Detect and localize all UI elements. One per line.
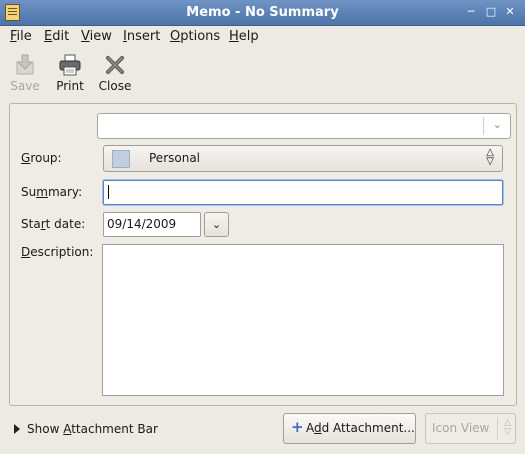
close-button[interactable]: Close — [98, 53, 132, 93]
start-date-label: Start date: — [21, 217, 86, 231]
description-textarea[interactable] — [102, 244, 504, 396]
menu-bar: File Edit View Insert Options Help — [0, 26, 525, 48]
close-label: Close — [98, 79, 132, 93]
group-label: Group: — [21, 151, 62, 165]
menu-options[interactable]: Options — [170, 29, 220, 44]
close-icon[interactable]: ✕ — [503, 5, 517, 19]
add-attachment-label: Add Attachment... — [306, 421, 415, 435]
group-value: Personal — [149, 151, 201, 165]
updown-arrows-icon: △ ▽ — [486, 147, 494, 167]
menu-edit[interactable]: Edit — [44, 29, 69, 44]
group-select[interactable]: Personal △ ▽ — [103, 145, 503, 172]
close-x-icon — [103, 53, 127, 77]
window-title: Memo - No Summary — [186, 5, 339, 20]
group-color-swatch — [112, 150, 130, 168]
attachment-bar: Show Attachment Bar + Add Attachment... … — [0, 408, 525, 452]
print-label: Print — [56, 79, 84, 93]
icon-view-label: Icon View — [432, 421, 490, 435]
date-picker-button[interactable]: ⌄ — [204, 212, 229, 237]
menu-insert[interactable]: Insert — [123, 29, 160, 44]
category-combo[interactable]: ⌄ — [97, 113, 511, 139]
minimize-icon[interactable]: ─ — [464, 5, 478, 19]
updown-arrows-icon: △ ▽ — [504, 418, 511, 437]
save-icon — [13, 53, 37, 77]
menu-file[interactable]: File — [10, 29, 32, 44]
select-separator — [497, 417, 498, 440]
summary-input[interactable] — [103, 180, 503, 205]
summary-label: Summary: — [21, 185, 83, 199]
plus-icon: + — [291, 418, 304, 436]
printer-icon — [58, 53, 82, 77]
save-button[interactable]: Save — [8, 53, 42, 93]
save-label: Save — [10, 79, 40, 93]
show-attachment-bar-toggle[interactable]: Show Attachment Bar — [14, 422, 158, 436]
chevron-down-icon[interactable]: ⌄ — [493, 118, 502, 131]
start-date-input[interactable]: 09/14/2009 — [103, 212, 201, 237]
combo-separator — [483, 117, 484, 135]
icon-view-select[interactable]: Icon View △ ▽ — [425, 413, 516, 444]
chevron-down-icon: ⌄ — [211, 218, 222, 231]
toolbar: Save Print Close — [0, 49, 525, 101]
text-caret — [108, 185, 109, 199]
start-date-value: 09/14/2009 — [107, 217, 177, 231]
description-label: Description: — [21, 245, 94, 259]
maximize-icon[interactable]: □ — [484, 5, 498, 19]
menu-view[interactable]: View — [81, 29, 112, 44]
print-button[interactable]: Print — [55, 53, 85, 93]
add-attachment-button[interactable]: + Add Attachment... — [283, 413, 416, 444]
title-bar[interactable]: Memo - No Summary ─ □ ✕ — [0, 0, 525, 26]
menu-help[interactable]: Help — [229, 29, 259, 44]
expander-arrow-icon — [14, 424, 20, 434]
